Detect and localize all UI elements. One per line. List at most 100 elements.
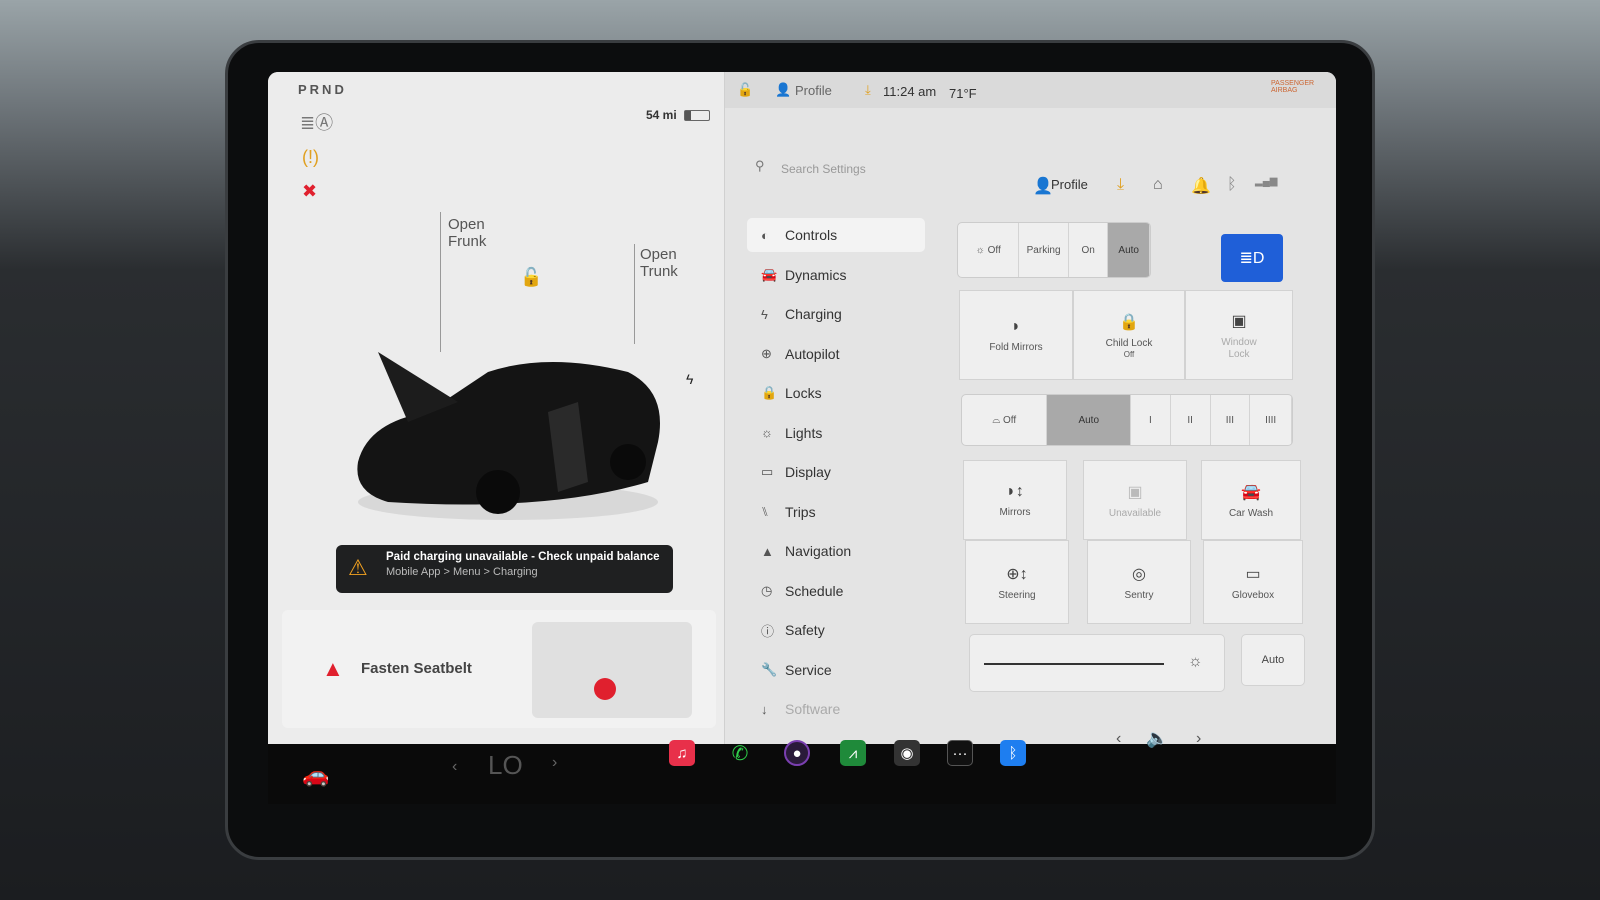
car-icon[interactable]: 🚗 [302, 762, 329, 788]
volume-icon[interactable]: 🔈 [1146, 728, 1168, 749]
unavailable-button: ▣ Unavailable [1083, 460, 1187, 540]
clock-icon: ◷ [761, 582, 773, 598]
open-frunk-button[interactable]: Open Frunk [448, 216, 486, 250]
lights-parking-option[interactable]: Parking [1019, 223, 1069, 277]
window-lock-button[interactable]: ▣ Window Lock [1185, 290, 1293, 380]
touchscreen: PRND ≣Ⓐ (!) ✖ 54 mi Open Frunk Open Trunk … [268, 72, 1336, 744]
camera-icon[interactable]: ● [784, 740, 810, 766]
nav-label: Navigation [785, 543, 852, 559]
steering-adjust-icon: ⊕↕ [1006, 565, 1028, 583]
nav-item-lights[interactable]: ☼ Lights [747, 416, 925, 450]
nav-label: Locks [785, 385, 822, 401]
homelink-icon[interactable]: ⌂ [1153, 176, 1163, 194]
wiper-off-label: Off [1003, 414, 1017, 426]
search-icon: ⚲ [755, 158, 765, 173]
time-text: 11:24 am [883, 84, 937, 99]
profile-icon: 👤 [1033, 178, 1053, 195]
temp-down-chevron[interactable]: ‹ [452, 758, 457, 776]
nav-label: Display [785, 464, 831, 480]
stocks-icon[interactable]: ⩘ [840, 740, 866, 766]
nav-label: Safety [785, 622, 825, 638]
mirror-adjust-icon: ◗↕ [1006, 482, 1024, 500]
phone-icon[interactable]: ✆ [727, 740, 753, 766]
car-image[interactable] [348, 342, 668, 522]
brightness-auto-button[interactable]: Auto [1241, 634, 1305, 686]
nav-item-schedule[interactable]: ◷ Schedule [747, 574, 925, 608]
nav-item-locks[interactable]: 🔒 Locks [747, 376, 925, 410]
auto-high-beam-icon: ≣D [1239, 250, 1265, 267]
unavailable-label: Unavailable [1108, 507, 1162, 519]
mirrors-adjust-button[interactable]: ◗↕ Mirrors [963, 460, 1067, 540]
seatbelt-warning-icon: ✖ [302, 181, 318, 201]
lock-status-icon[interactable]: 🔓 [737, 82, 753, 98]
nav-item-trips[interactable]: ⑊ Trips [747, 495, 925, 529]
download-icon[interactable]: ⤓ [865, 82, 871, 98]
dashcam-icon[interactable]: ◉ [894, 740, 920, 766]
open-frunk-line1: Open [448, 216, 485, 233]
nav-item-charging[interactable]: ϟ Charging [747, 297, 925, 331]
wiper-speed-4-option[interactable]: IIII [1250, 395, 1292, 445]
glovebox-icon: ▭ [1245, 565, 1261, 583]
brightness-fill [984, 663, 1165, 665]
steering-wheel-icon: ⊕ [761, 345, 772, 361]
auto-high-beam-button[interactable]: ≣D [1221, 234, 1283, 282]
seatbelt-alert: ▲ Fasten Seatbelt [282, 610, 716, 728]
car-wash-button[interactable]: 🚘 Car Wash [1201, 460, 1301, 540]
lock-icon: 🔒 [761, 385, 778, 400]
child-lock-button[interactable]: 🔒 Child Lock Off [1073, 290, 1185, 380]
top-status-bar: 🔓 👤 Profile ⤓ 11:24 am 71°F PASSENGER AI… [725, 72, 1336, 108]
open-frunk-line2: Frunk [448, 233, 487, 250]
wiper-off-option[interactable]: ⌓ Off [962, 395, 1048, 445]
charge-port-icon[interactable]: ϟ [686, 372, 693, 386]
nav-item-navigation[interactable]: ▲ Navigation [747, 534, 925, 568]
trips-icon: ⑊ [761, 504, 769, 519]
volume-down-chevron[interactable]: ‹ [1116, 730, 1121, 748]
fold-mirrors-label: Fold Mirrors [989, 341, 1043, 353]
charging-alert[interactable]: ⚠ Paid charging unavailable - Check unpa… [336, 545, 673, 593]
open-trunk-button[interactable]: Open Trunk [640, 246, 678, 280]
nav-item-controls[interactable]: ◐ Controls [747, 218, 925, 252]
fold-mirrors-button[interactable]: ◗ Fold Mirrors [959, 290, 1073, 380]
child-lock-state: Off [1123, 349, 1135, 359]
nav-item-autopilot[interactable]: ⊕ Autopilot [747, 337, 925, 371]
glovebox-button[interactable]: ▭ Glovebox [1203, 540, 1303, 624]
steering-adjust-button[interactable]: ⊕↕ Steering [965, 540, 1069, 624]
nav-label: Lights [785, 424, 823, 441]
search-input[interactable]: Search Settings [781, 162, 866, 176]
nav-item-software[interactable]: ↓ Software [747, 692, 925, 726]
more-icon[interactable]: ··· [947, 740, 973, 766]
bluetooth-icon[interactable]: ᛒ [1000, 740, 1026, 766]
brightness-slider[interactable]: ☼ [969, 634, 1225, 692]
notification-bell-icon[interactable]: 🔔 [1191, 176, 1211, 196]
nav-item-display[interactable]: ▭ Display [747, 455, 925, 489]
seatbelt-text: Fasten Seatbelt [361, 660, 472, 677]
top-profile-button[interactable]: Profile [795, 83, 832, 98]
wiper-auto-option[interactable]: Auto [1047, 395, 1131, 445]
wiper-icon: ⌓ [992, 414, 1004, 426]
child-lock-icon: 🔒 [1119, 313, 1139, 331]
nav-label: Controls [785, 227, 838, 243]
wiper-speed-2-option[interactable]: II [1171, 395, 1211, 445]
wiper-speed-3-option[interactable]: III [1211, 395, 1251, 445]
nav-item-safety[interactable]: ⓘ Safety [747, 613, 925, 647]
toggle-icon: ◐ [761, 227, 769, 243]
download-icon[interactable]: ⤓ [1117, 176, 1124, 194]
climate-temp[interactable]: LO [488, 750, 523, 781]
volume-up-chevron[interactable]: › [1196, 730, 1201, 748]
lights-on-option[interactable]: On [1069, 223, 1109, 277]
bluetooth-icon[interactable]: ᛒ [1227, 176, 1237, 194]
window-lock-label: Window [1221, 336, 1257, 348]
nav-item-service[interactable]: 🔧 Service [747, 653, 925, 687]
open-trunk-line1: Open [640, 246, 677, 263]
nav-item-dynamics[interactable]: 🚘 Dynamics [747, 258, 925, 292]
window-lock-icon: ▣ [1231, 312, 1247, 330]
sentry-button[interactable]: ◎ Sentry [1087, 540, 1191, 624]
music-icon[interactable]: ♫ [669, 740, 695, 766]
temp-up-chevron[interactable]: › [552, 754, 557, 772]
lights-off-option[interactable]: ☼ Off [958, 223, 1020, 277]
nav-label: Trips [785, 503, 816, 520]
profile-button[interactable]: Profile [1051, 177, 1088, 192]
lights-auto-option[interactable]: Auto [1108, 223, 1150, 277]
unlock-icon[interactable]: 🔓 [520, 268, 542, 286]
wiper-speed-1-option[interactable]: I [1131, 395, 1171, 445]
